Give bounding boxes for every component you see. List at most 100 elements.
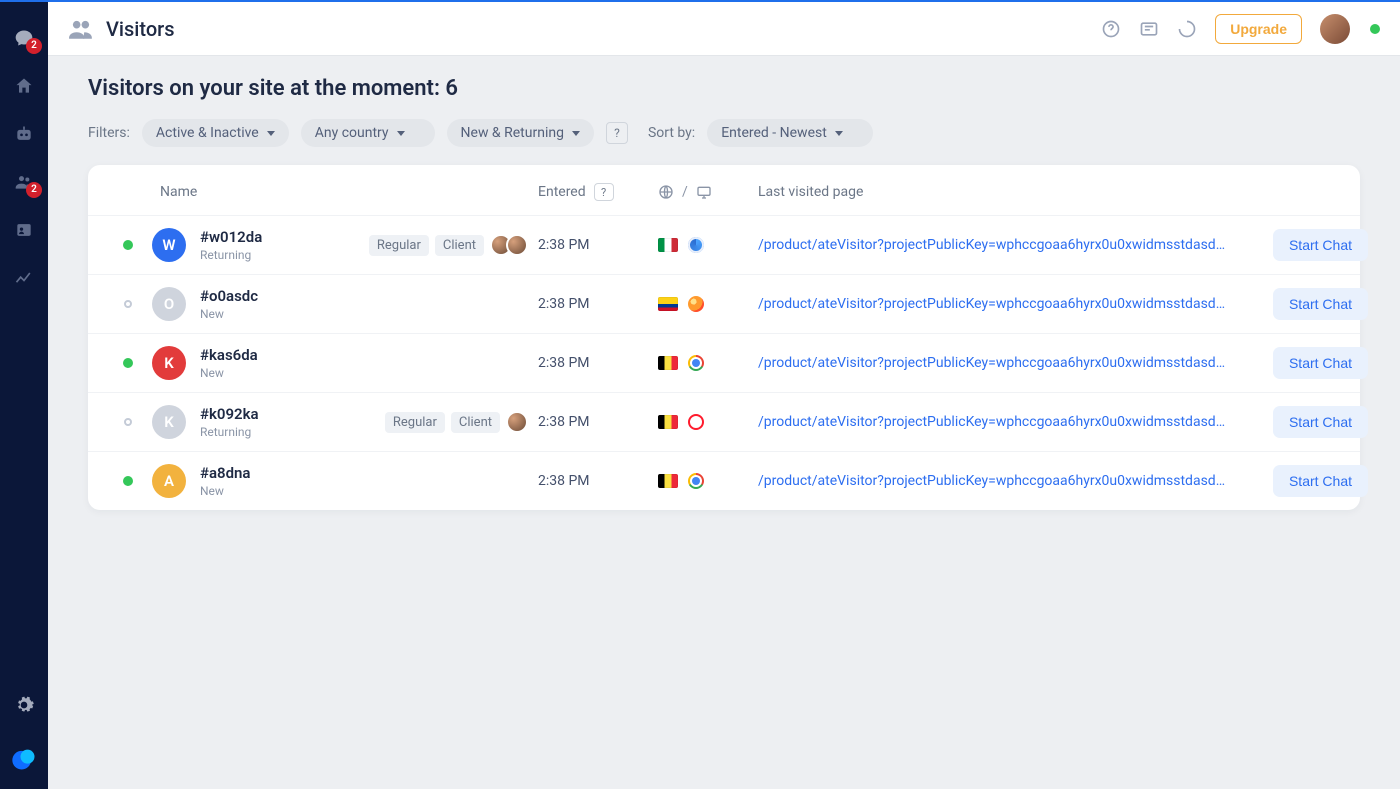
globe-icon [658,184,674,200]
page-heading: Visitors on your site at the moment: 6 [88,76,1360,101]
last-visited-link[interactable]: /product/ateVisitor?projectPublicKey=wph… [758,473,1228,489]
id-card-icon [14,220,34,240]
chevron-down-icon [267,131,275,136]
loading-icon[interactable] [1177,19,1197,39]
filter-activity[interactable]: Active & Inactive [142,119,289,147]
nav-people-badge: 2 [26,182,42,198]
visitor-type: Returning [200,425,259,439]
start-chat-button[interactable]: Start Chat [1273,229,1368,261]
status-dot [123,476,133,486]
flag-icon [658,415,678,429]
last-visited-link[interactable]: /product/ateVisitor?projectPublicKey=wph… [758,237,1228,253]
visitor-tag: Client [451,412,500,433]
nav-people[interactable]: 2 [0,158,48,206]
browser-icon [688,355,704,371]
visitor-id: #a8dna [200,464,250,482]
filter-country[interactable]: Any country [301,119,435,147]
visitor-id: #k092ka [200,405,259,423]
filters-bar: Filters: Active & Inactive Any country N… [88,119,1360,147]
flag-icon [658,356,678,370]
current-user-avatar[interactable] [1320,14,1350,44]
visitor-avatar: O [152,287,186,321]
help-icon[interactable] [1101,19,1121,39]
table-row[interactable]: W #w012da Returning Regular Client 2:38 PM/pr… [88,215,1360,274]
entered-time: 2:38 PM [538,237,658,253]
upgrade-button[interactable]: Upgrade [1215,14,1302,44]
brand-logo[interactable] [0,729,48,789]
page-title: Visitors [106,17,175,41]
entered-help[interactable]: ? [594,183,614,201]
visitor-type: New [200,307,258,321]
last-visited-link[interactable]: /product/ateVisitor?projectPublicKey=wph… [758,414,1228,430]
table-row[interactable]: K#k092kaReturningRegularClient2:38 PM/pr… [88,392,1360,451]
visitor-id: #kas6da [200,346,258,364]
visitor-avatar: K [152,346,186,380]
status-dot [123,240,133,250]
nav-contacts[interactable] [0,206,48,254]
visitor-type: Returning [200,248,262,262]
nav-home[interactable] [0,62,48,110]
filters-help[interactable]: ? [606,122,628,144]
news-icon[interactable] [1139,19,1159,39]
visitors-table: Name Entered ? / Last visited page W#w01… [88,165,1360,510]
start-chat-button[interactable]: Start Chat [1273,347,1368,379]
filters-label: Filters: [88,125,130,141]
presence-indicator [1370,24,1380,34]
visitor-type: New [200,484,250,498]
status-dot [124,300,132,308]
entered-time: 2:38 PM [538,296,658,312]
last-visited-link[interactable]: /product/ateVisitor?projectPublicKey=wph… [758,355,1228,371]
filter-type[interactable]: New & Returning [447,119,594,147]
visitor-tag: Regular [369,235,429,256]
visitor-id: #o0asdc [200,287,258,305]
nav-bot[interactable] [0,110,48,158]
status-dot [124,418,132,426]
visitor-id: #w012da [200,228,262,246]
heading-text: Visitors on your site at the moment: [88,76,445,101]
table-row[interactable]: O #o0asdc New 2:38 PM/product/ateVisitor?pr… [88,274,1360,333]
col-geo: / [658,184,758,200]
flag-icon [658,474,678,488]
nav-chat[interactable]: 2 [0,14,48,62]
visitor-avatar: K [152,405,186,439]
browser-icon [688,296,704,312]
visitor-count: 6 [445,76,458,101]
entered-time: 2:38 PM [538,414,658,430]
sort-select[interactable]: Entered - Newest [707,119,873,147]
start-chat-button[interactable]: Start Chat [1273,288,1368,320]
desktop-icon [696,184,712,200]
last-visited-link[interactable]: /product/ateVisitor?projectPublicKey=wph… [758,296,1228,312]
start-chat-button[interactable]: Start Chat [1273,465,1368,497]
col-name: Name [148,184,538,200]
table-row[interactable]: K#kas6daNew2:38 PM/product/ateVisitor?pr… [88,333,1360,392]
sort-label: Sort by: [648,125,695,141]
entered-time: 2:38 PM [538,473,658,489]
gear-icon [14,695,34,715]
browser-icon [688,473,704,489]
nav-settings[interactable] [0,681,48,729]
main-content: Visitors on your site at the moment: 6 F… [48,56,1400,789]
nav-analytics[interactable] [0,254,48,302]
topbar: Visitors Upgrade [48,0,1400,56]
browser-icon [688,414,704,430]
status-dot [123,358,133,368]
chevron-down-icon [835,131,843,136]
bot-icon [14,124,34,144]
operator-avatars [490,234,528,256]
home-icon [14,76,34,96]
flag-icon [658,297,678,311]
col-entered: Entered ? [538,183,658,201]
visitors-header-icon [68,16,94,42]
visitor-avatar: W [152,228,186,262]
chevron-down-icon [572,131,580,136]
flag-icon [658,238,678,252]
start-chat-button[interactable]: Start Chat [1273,406,1368,438]
visitor-tag: Client [435,235,484,256]
visitor-type: New [200,366,258,380]
table-row[interactable]: A #a8dna New 2:38 PM/product/ateVisitor?pro… [88,451,1360,510]
top-accent [0,0,48,2]
sidebar: 2 2 [0,0,48,789]
chevron-down-icon [397,131,405,136]
nav-chat-badge: 2 [26,38,42,54]
visitor-avatar: A [152,464,186,498]
